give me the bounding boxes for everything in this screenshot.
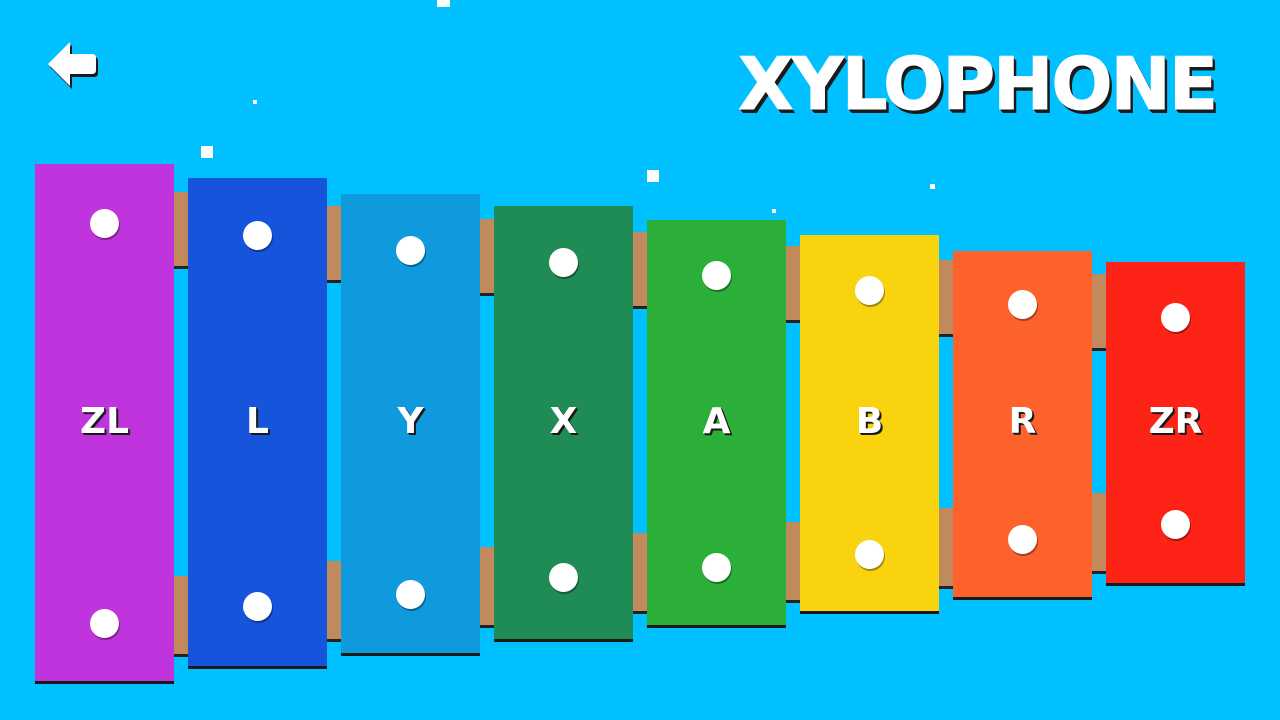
xylophone-bar-x[interactable]: X: [494, 206, 633, 642]
bar-peg-bottom: [854, 540, 884, 569]
game-stage: XYLOPHONE ZL L Y X A B R ZR: [0, 0, 1280, 720]
bar-label: ZR: [1148, 401, 1203, 442]
rail-segment: [174, 576, 188, 657]
xylophone-bar-zl[interactable]: ZL: [35, 164, 174, 684]
bar-peg-top: [548, 248, 578, 277]
bar-peg-bottom: [548, 563, 578, 592]
rail-segment: [939, 260, 953, 337]
bar-peg-top: [89, 209, 119, 238]
bar-peg-top: [395, 236, 425, 265]
rail-segment: [1092, 274, 1106, 351]
bar-peg-top: [1007, 290, 1037, 319]
xylophone-bar-r[interactable]: R: [953, 251, 1092, 600]
rail-segment: [327, 206, 341, 283]
rail-segment: [786, 522, 800, 603]
rail-segment: [1092, 493, 1106, 574]
xylophone-bar-a[interactable]: A: [647, 220, 786, 628]
rail-segment: [174, 192, 188, 269]
xylophone-bar-zr[interactable]: ZR: [1106, 262, 1245, 586]
bar-peg-top: [242, 221, 272, 250]
bar-peg-bottom: [395, 580, 425, 609]
rail-segment: [480, 219, 494, 296]
rail-segment: [480, 547, 494, 628]
bar-label: R: [1008, 401, 1037, 442]
bar-label: L: [246, 401, 269, 442]
rail-segment: [786, 246, 800, 323]
bar-label: A: [702, 401, 731, 442]
bar-peg-top: [701, 261, 731, 290]
bar-peg-bottom: [89, 609, 119, 638]
xylophone-bar-b[interactable]: B: [800, 235, 939, 614]
rail-segment: [327, 561, 341, 642]
xylophone-bar-l[interactable]: L: [188, 178, 327, 669]
bar-label: Y: [397, 401, 424, 442]
sparkle: [772, 209, 776, 213]
bar-label: X: [549, 401, 578, 442]
sparkle: [201, 146, 213, 158]
bar-label: B: [855, 401, 884, 442]
sparkle: [647, 170, 659, 182]
sparkle: [930, 184, 935, 189]
rail-segment: [633, 533, 647, 614]
bar-peg-bottom: [701, 553, 731, 582]
sparkle: [437, 0, 450, 7]
back-button[interactable]: [40, 36, 102, 92]
xylophone-bar-y[interactable]: Y: [341, 194, 480, 656]
game-title: XYLOPHONE: [738, 42, 1219, 126]
bar-peg-bottom: [1007, 525, 1037, 554]
bar-peg-top: [854, 276, 884, 305]
rail-segment: [939, 508, 953, 589]
sparkle: [253, 100, 257, 104]
bar-peg-top: [1160, 303, 1190, 332]
bar-peg-bottom: [1160, 510, 1190, 539]
rail-segment: [633, 232, 647, 309]
back-arrow-icon: [48, 42, 98, 89]
bar-peg-bottom: [242, 592, 272, 621]
bar-label: ZL: [79, 401, 130, 442]
